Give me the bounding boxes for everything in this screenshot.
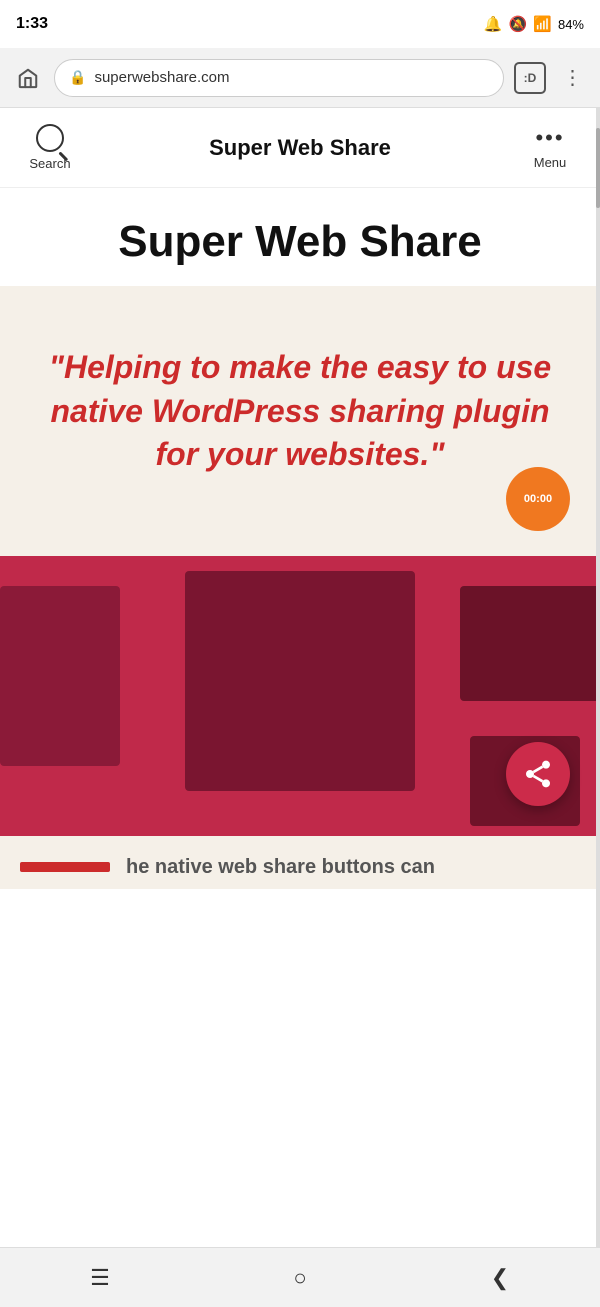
nav-back-icon: ❮ bbox=[491, 1265, 509, 1291]
notification-icon: 🔔 bbox=[484, 15, 503, 33]
hero-heading: Super Web Share bbox=[20, 218, 580, 266]
image-block-left bbox=[0, 586, 120, 766]
bottom-preview: he native web share buttons can bbox=[0, 836, 600, 889]
status-bar: 1:33 🔔 🔕 📶 84% bbox=[0, 0, 600, 48]
nav-menu-icon: ☰ bbox=[90, 1265, 110, 1291]
tab-switcher-button[interactable]: :D bbox=[514, 62, 546, 94]
browser-home-button[interactable] bbox=[12, 62, 44, 94]
share-fab-button[interactable] bbox=[506, 742, 570, 806]
menu-dots-icon: ••• bbox=[535, 125, 564, 151]
navigation-bar: ☰ ○ ❮ bbox=[0, 1247, 600, 1307]
status-icons: 🔔 🔕 📶 84% bbox=[484, 15, 584, 33]
image-block-center bbox=[185, 571, 415, 791]
signal-icon: 📶 bbox=[533, 15, 552, 33]
quote-section: "Helping to make the easy to use native … bbox=[0, 286, 600, 556]
nav-home-button[interactable]: ○ bbox=[270, 1256, 330, 1300]
image-grid-section bbox=[0, 556, 600, 836]
timer-badge: 00:00 bbox=[506, 467, 570, 531]
quote-text: "Helping to make the easy to use native … bbox=[40, 346, 560, 476]
nav-menu-button[interactable]: ☰ bbox=[70, 1256, 130, 1300]
menu-button[interactable]: ••• Menu bbox=[520, 125, 580, 170]
site-header: Search Super Web Share ••• Menu bbox=[0, 108, 600, 188]
site-title: Super Web Share bbox=[80, 135, 520, 161]
battery-level: 84% bbox=[558, 17, 584, 32]
nav-home-icon: ○ bbox=[293, 1265, 306, 1291]
browser-menu-button[interactable]: ⋮ bbox=[556, 62, 588, 94]
image-block-right-top bbox=[460, 586, 600, 701]
scrollbar-thumb[interactable] bbox=[596, 128, 600, 208]
search-icon bbox=[36, 124, 64, 152]
status-time: 1:33 bbox=[16, 15, 48, 33]
tab-count: :D bbox=[524, 71, 537, 85]
browser-bar: 🔒 superwebshare.com :D ⋮ bbox=[0, 48, 600, 108]
nav-back-button[interactable]: ❮ bbox=[470, 1256, 530, 1300]
more-options-icon: ⋮ bbox=[563, 65, 582, 90]
page-content: Search Super Web Share ••• Menu Super We… bbox=[0, 108, 600, 1247]
url-text: superwebshare.com bbox=[94, 69, 229, 86]
lock-icon: 🔒 bbox=[69, 69, 86, 86]
bottom-red-bar bbox=[20, 862, 110, 872]
address-bar[interactable]: 🔒 superwebshare.com bbox=[54, 59, 504, 97]
bottom-preview-text: he native web share buttons can bbox=[126, 856, 435, 879]
scrollbar-track[interactable] bbox=[596, 108, 600, 1247]
search-button[interactable]: Search bbox=[20, 124, 80, 171]
share-icon bbox=[522, 758, 554, 790]
mute-icon: 🔕 bbox=[509, 15, 528, 33]
timer-text: 00:00 bbox=[524, 493, 552, 505]
hero-section: Super Web Share bbox=[0, 188, 600, 286]
menu-label: Menu bbox=[534, 155, 567, 170]
